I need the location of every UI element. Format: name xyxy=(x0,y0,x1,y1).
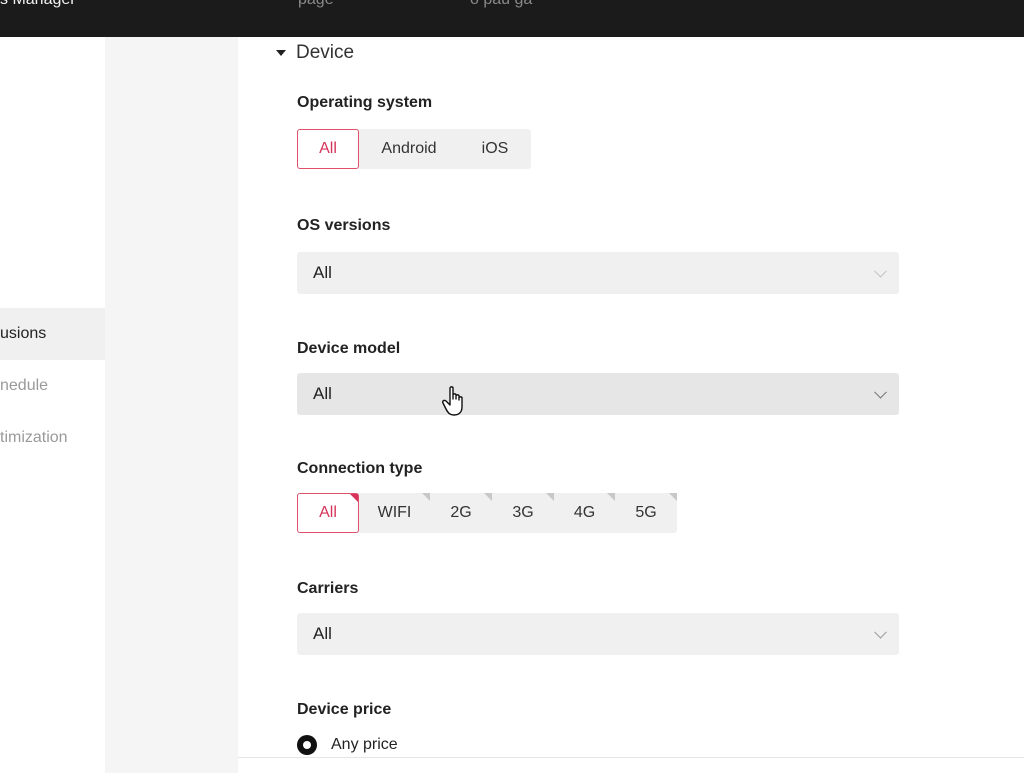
app-title: s Manager xyxy=(0,0,76,9)
connection-option-label: All xyxy=(319,504,337,521)
device-section-toggle[interactable]: Device xyxy=(276,42,354,64)
connection-option-label: 2G xyxy=(450,504,472,521)
connection-option-label: 4G xyxy=(573,504,596,521)
section-title: Device xyxy=(296,42,355,63)
device-price-any-radio[interactable]: Any price xyxy=(297,735,398,755)
connection-option-3g[interactable]: 3G xyxy=(492,493,554,533)
connection-option-label: 3G xyxy=(512,504,534,521)
carriers-label: Carriers xyxy=(297,580,359,597)
carriers-select[interactable]: All xyxy=(297,613,899,655)
os-versions-label: OS versions xyxy=(297,217,391,234)
connection-option-5g[interactable]: 5G xyxy=(615,493,677,533)
os-option-ios[interactable]: iOS xyxy=(459,129,531,169)
chevron-down-icon xyxy=(874,625,887,639)
corner-marker-icon xyxy=(422,493,430,501)
operating-system-selector: All Android iOS xyxy=(297,129,531,169)
corner-marker-icon xyxy=(607,493,615,501)
sidebar-item-exclusions[interactable]: usions xyxy=(0,308,105,360)
carriers-value: All xyxy=(313,624,332,643)
connection-option-all[interactable]: All xyxy=(297,493,359,533)
connection-type-selector: All WIFI 2G 3G 4G 5G xyxy=(297,493,677,533)
connection-option-4g[interactable]: 4G xyxy=(554,493,615,533)
caret-down-icon xyxy=(276,50,286,56)
connection-option-label: WIFI xyxy=(377,504,412,521)
chevron-down-icon xyxy=(874,385,887,399)
content-gutter xyxy=(105,37,238,773)
hand-cursor-icon xyxy=(442,386,463,416)
sidebar-item-schedule[interactable]: nedule xyxy=(0,360,105,412)
sidebar-item-optimization[interactable]: timization xyxy=(0,412,105,464)
corner-marker-icon xyxy=(546,493,554,501)
divider xyxy=(238,757,1024,758)
main-panel: Device Operating system All Android iOS … xyxy=(238,37,1024,773)
device-model-label: Device model xyxy=(297,340,401,357)
os-option-all[interactable]: All xyxy=(297,129,359,169)
top-bar: s Manager page o pau ga xyxy=(0,0,1024,37)
connection-type-label: Connection type xyxy=(297,460,423,477)
os-option-android[interactable]: Android xyxy=(359,129,459,169)
radio-checked-icon xyxy=(297,735,317,755)
os-versions-value: All xyxy=(313,263,332,282)
device-price-option-label: Any price xyxy=(331,736,398,753)
device-model-select[interactable]: All xyxy=(297,373,899,415)
connection-option-wifi[interactable]: WIFI xyxy=(359,493,430,533)
chevron-down-icon xyxy=(874,264,887,278)
topbar-faded-text-left: page xyxy=(298,0,334,9)
corner-marker-icon xyxy=(350,494,358,502)
os-versions-select[interactable]: All xyxy=(297,252,899,294)
topbar-faded-text-right: o pau ga xyxy=(470,0,532,9)
device-price-label: Device price xyxy=(297,701,392,718)
operating-system-label: Operating system xyxy=(297,94,433,111)
device-model-value: All xyxy=(313,384,332,403)
corner-marker-icon xyxy=(484,493,492,501)
connection-option-2g[interactable]: 2G xyxy=(430,493,492,533)
connection-option-label: 5G xyxy=(635,504,657,521)
corner-marker-icon xyxy=(669,493,677,501)
sidebar: usions nedule timization xyxy=(0,37,105,773)
